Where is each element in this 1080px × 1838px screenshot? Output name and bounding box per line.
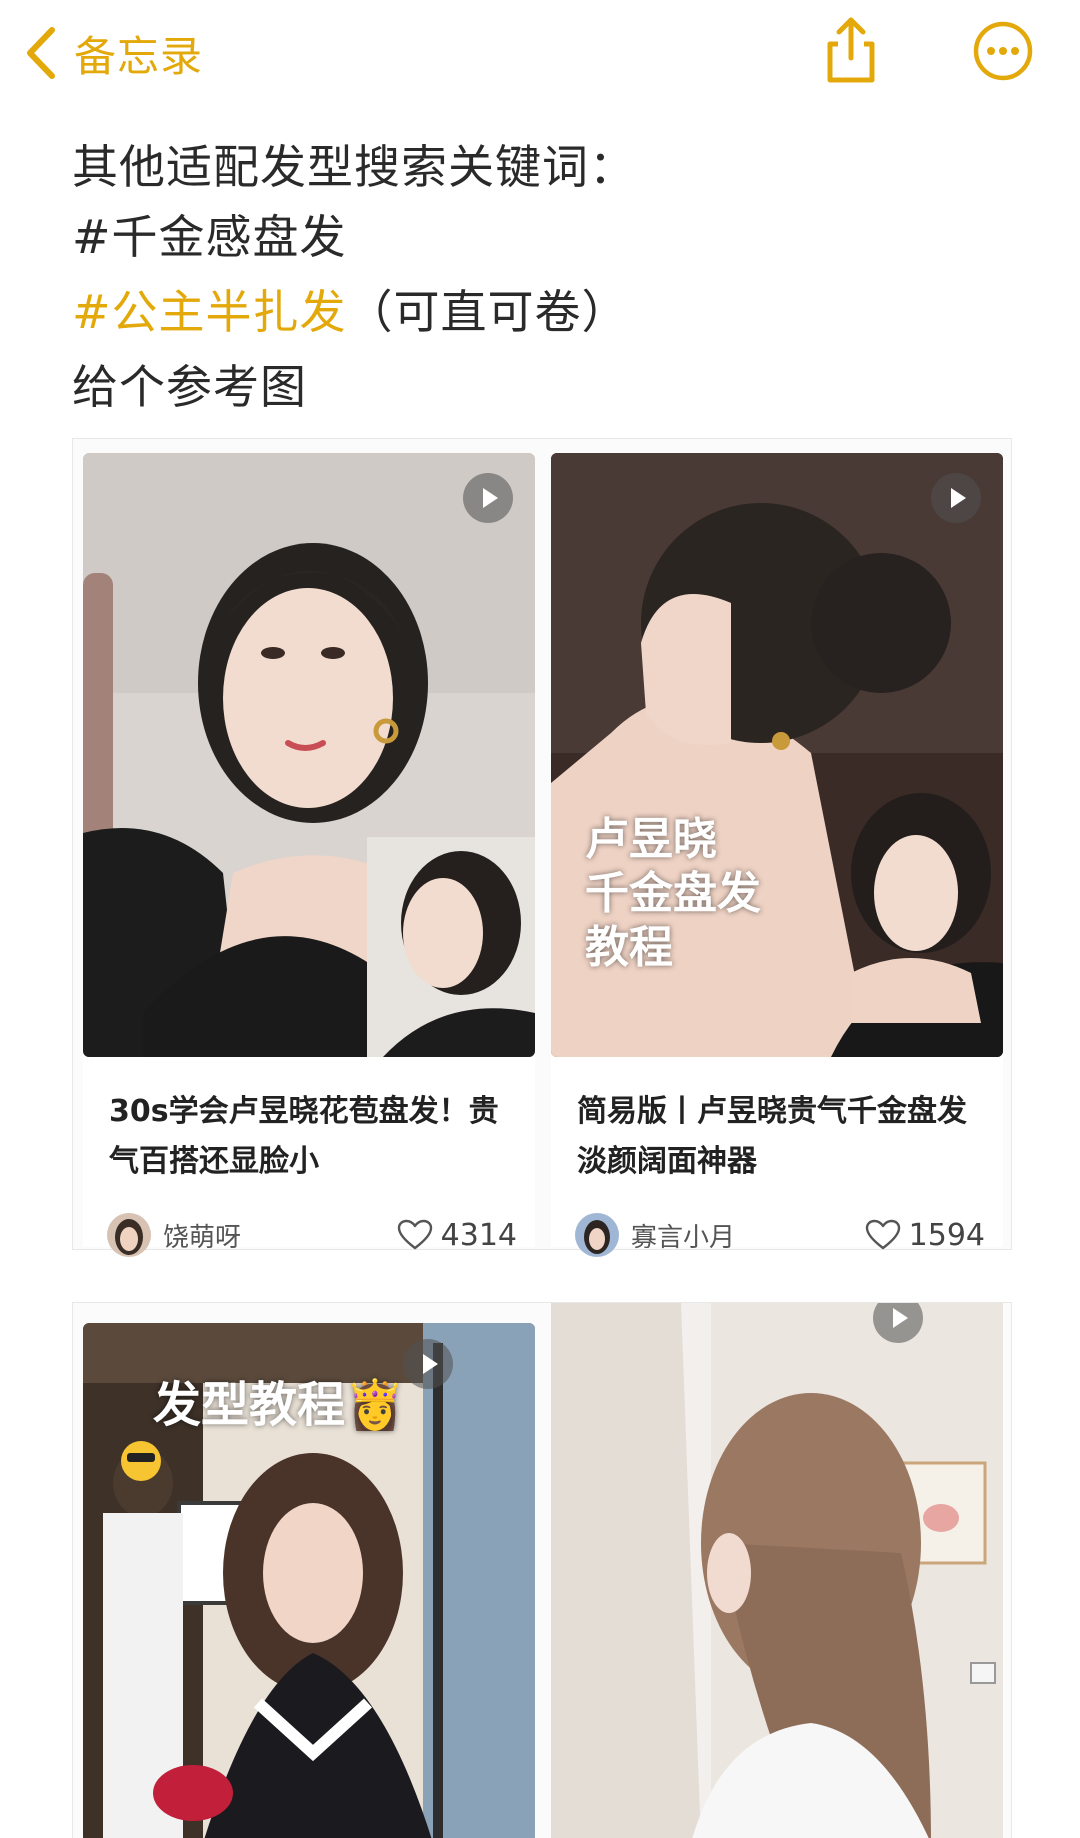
author-name[interactable]: 饶萌呀 xyxy=(163,1217,397,1254)
post-card[interactable]: 卢昱晓 千金盘发 教程 简易版丨卢昱晓贵气千金盘发 淡颜阔面神器 寡言小月 15… xyxy=(551,453,1003,1257)
hashtag-link[interactable]: #公主半扎发 xyxy=(72,285,347,339)
post-cover-image xyxy=(551,1303,1003,1838)
heart-icon[interactable] xyxy=(865,1219,901,1251)
play-icon[interactable] xyxy=(403,1339,453,1389)
cover-overlay-text: 发型教程👸 xyxy=(153,1377,405,1433)
nav-bar: 备忘录 xyxy=(0,0,1080,110)
post-cover-image: 发型教程👸 xyxy=(83,1323,535,1838)
note-line-reference: 给个参考图 xyxy=(72,360,307,414)
note-line-hashtag-1: #千金感盘发 xyxy=(72,210,347,264)
note-line-keywords: 其他适配发型搜索关键词： xyxy=(72,140,636,194)
heart-icon[interactable] xyxy=(397,1219,433,1251)
back-label: 备忘录 xyxy=(74,31,204,81)
post-cover-image: 卢昱晓 千金盘发 教程 xyxy=(551,453,1003,1057)
note-line-hashtag-2: #公主半扎发（可直可卷） xyxy=(72,280,629,344)
post-card[interactable]: 发型教程👸 xyxy=(83,1323,535,1838)
embedded-image-grid-2: 发型教程👸 xyxy=(72,1302,1012,1838)
like-count: 4314 xyxy=(440,1217,517,1253)
post-card[interactable]: 30s学会卢昱晓花苞盘发！贵气百搭还显脸小 饶萌呀 4314 xyxy=(83,453,535,1257)
overlay-line: 卢昱晓 xyxy=(585,814,717,865)
hashtag-note: （可直可卷） xyxy=(346,285,629,339)
share-icon[interactable] xyxy=(820,14,882,86)
post-meta: 饶萌呀 4314 xyxy=(107,1213,517,1257)
avatar[interactable] xyxy=(575,1213,619,1257)
embedded-image-grid-1: 30s学会卢昱晓花苞盘发！贵气百搭还显脸小 饶萌呀 4314 卢昱晓 千金盘发 … xyxy=(72,438,1012,1257)
author-name[interactable]: 寡言小月 xyxy=(631,1217,865,1254)
overlay-line: 千金盘发 xyxy=(585,868,761,919)
more-icon[interactable] xyxy=(972,20,1034,82)
chevron-left-icon xyxy=(27,27,55,79)
post-card[interactable] xyxy=(551,1303,1003,1838)
back-button[interactable]: 备忘录 xyxy=(20,22,203,84)
overlay-line: 教程 xyxy=(585,922,673,973)
sunglasses-emoji-icon xyxy=(121,1441,161,1481)
post-cover-image xyxy=(83,453,535,1057)
play-icon[interactable] xyxy=(931,473,981,523)
post-meta: 寡言小月 1594 xyxy=(575,1213,985,1257)
post-title: 30s学会卢昱晓花苞盘发！贵气百搭还显脸小 xyxy=(109,1094,499,1179)
like-count: 1594 xyxy=(908,1217,985,1253)
play-icon[interactable] xyxy=(463,473,513,523)
avatar[interactable] xyxy=(107,1213,151,1257)
post-title: 简易版丨卢昱晓贵气千金盘发 淡颜阔面神器 xyxy=(577,1094,967,1179)
cover-overlay-text: 卢昱晓 千金盘发 教程 xyxy=(585,813,761,975)
